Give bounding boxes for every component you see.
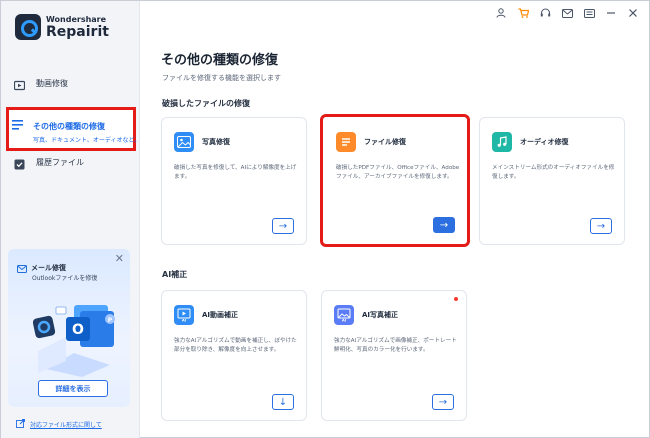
close-icon[interactable]: ✕: [115, 252, 124, 265]
arrow-right-icon: →: [596, 220, 606, 232]
card-description: 破損した写真を修復して、AIにより解像度を上げます。: [174, 165, 297, 180]
page-subtitle: ファイルを修復する機能を選択します: [162, 74, 281, 82]
card-file-repair[interactable]: ファイル修復 破損したPDFファイル、Officeファイル、Adobeファイル、…: [320, 114, 470, 247]
promo-details-button[interactable]: 詳細を表示: [38, 380, 108, 397]
arrow-right-icon: →: [278, 220, 288, 232]
promo-title: メール修復: [31, 263, 66, 272]
card-description: メインストリーム形式のオーディオファイルを修復します。: [492, 165, 615, 180]
supported-formats-link[interactable]: 対応ファイル形式に関して: [16, 419, 102, 430]
promo-description: Outlookファイルを修復: [32, 275, 98, 282]
card-title: ファイル修復: [364, 138, 406, 146]
external-link-icon: [16, 419, 25, 430]
supported-formats-label: 対応ファイル形式に関して: [30, 422, 102, 429]
arrow-right-button[interactable]: →: [432, 394, 454, 410]
sidebar-item-other-repair[interactable]: その他の種類の修復 写真、ドキュメント、オーディオなど。: [6, 107, 140, 151]
card-title: AI動画補正: [202, 311, 239, 319]
svg-text:AI: AI: [182, 318, 187, 322]
outlook-illustration-icon: O P: [32, 305, 115, 377]
sidebar-item-sublabel: 写真、ドキュメント、オーディオなど。: [33, 137, 141, 144]
card-photo-repair[interactable]: 写真修復 破損した写真を修復して、AIにより解像度を上げます。 →: [161, 117, 307, 245]
page-title: その他の種類の修復: [161, 53, 279, 68]
card-title: AI写真補正: [362, 311, 399, 319]
card-ai-photo-enhance[interactable]: AI AI写真補正 強力なAIアルゴリズムで画像補正、ポートレート鮮明化、写真の…: [321, 290, 467, 421]
section-title-file-repair: 破損したファイルの修復: [162, 99, 250, 108]
ai-photo-icon: AI: [334, 305, 354, 325]
sidebar-item-label: その他の種類の修復: [33, 122, 105, 131]
sidebar-item-history[interactable]: 履歴ファイル: [9, 157, 133, 171]
logo-name: Repairit: [46, 23, 109, 40]
email-repair-promo: ✕ メール修復 Outlookファイルを修復 O P 詳細を表示: [8, 249, 130, 407]
card-title: 写真修復: [202, 138, 230, 146]
arrow-right-button[interactable]: →: [433, 217, 455, 233]
download-icon: ↓: [278, 396, 288, 408]
history-icon: [12, 157, 26, 171]
card-description: 強力なAIアルゴリズムで画像補正、ポートレート鮮明化、写真のカラー化を行います。: [334, 338, 457, 353]
list-icon: [12, 118, 23, 132]
logo-brand: Wondershare: [46, 14, 107, 24]
card-audio-repair[interactable]: オーディオ修復 メインストリーム形式のオーディオファイルを修復します。 →: [479, 117, 625, 245]
app-logo: Wondershare Repairit: [15, 14, 109, 40]
sidebar: Wondershare Repairit 動画修復 その他の種類の修復 写真、ド…: [1, 1, 140, 438]
arrow-right-icon: →: [439, 219, 449, 231]
download-button[interactable]: ↓: [272, 394, 294, 410]
video-icon: [12, 78, 26, 92]
new-badge-dot: [454, 297, 458, 301]
svg-text:P: P: [108, 317, 113, 324]
main-content: その他の種類の修復 ファイルを修復する機能を選択します 破損したファイルの修復 …: [141, 1, 650, 438]
arrow-right-icon: →: [438, 396, 448, 408]
ai-video-icon: AI: [174, 305, 194, 325]
repairit-logo-icon: [15, 14, 41, 40]
card-title: オーディオ修復: [520, 138, 569, 146]
arrow-right-button[interactable]: →: [590, 218, 612, 234]
photo-icon: [174, 132, 194, 152]
mail-icon: [17, 258, 27, 277]
arrow-right-button[interactable]: →: [272, 218, 294, 234]
card-description: 強力なAIアルゴリズムで動画を補正し、ぼやけた部分を取り除き、解像度を向上させま…: [174, 338, 297, 353]
card-description: 破損したPDFファイル、Officeファイル、Adobeファイル、アーカイブファ…: [336, 165, 460, 180]
svg-text:AI: AI: [342, 318, 347, 322]
sidebar-item-label: 動画修復: [36, 79, 68, 88]
sidebar-item-video-repair[interactable]: 動画修復: [9, 78, 133, 92]
section-title-ai-enhance: AI補正: [162, 270, 188, 279]
document-icon: [336, 132, 356, 152]
music-note-icon: [492, 132, 512, 152]
app-window: Wondershare Repairit 動画修復 その他の種類の修復 写真、ド…: [0, 0, 650, 438]
sidebar-item-label: 履歴ファイル: [36, 158, 84, 167]
svg-text:O: O: [72, 322, 84, 338]
card-ai-video-enhance[interactable]: AI AI動画補正 強力なAIアルゴリズムで動画を補正し、ぼやけた部分を取り除き…: [161, 290, 307, 421]
